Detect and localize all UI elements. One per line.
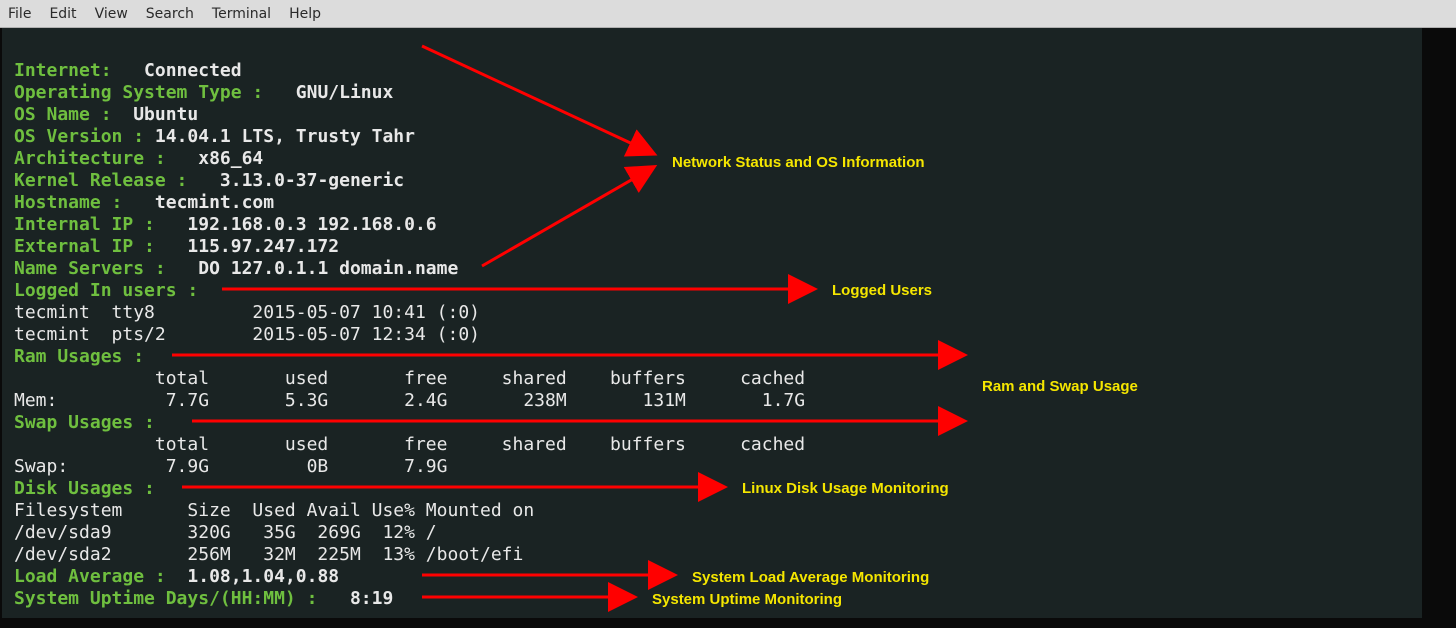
- host-value: tecmint.com: [133, 192, 274, 213]
- terminal-output: Internet: Connected Operating System Typ…: [2, 28, 1422, 618]
- extip-label: External IP :: [14, 236, 166, 257]
- uptime-value: 8:19: [328, 588, 393, 609]
- ostype-value: GNU/Linux: [274, 82, 393, 103]
- internet-value: Connected: [122, 60, 241, 81]
- osver-label: OS Version :: [14, 126, 155, 147]
- internet-label: Internet:: [14, 60, 122, 81]
- logged-user-row: tecmint tty8 2015-05-07 10:41 (:0): [14, 302, 480, 323]
- osname-value: Ubuntu: [122, 104, 198, 125]
- intip-label: Internal IP :: [14, 214, 166, 235]
- menubar: File Edit View Search Terminal Help: [0, 0, 1456, 28]
- load-value: 1.08,1.04,0.88: [177, 566, 340, 587]
- load-label: Load Average :: [14, 566, 177, 587]
- osname-label: OS Name :: [14, 104, 122, 125]
- disk-label: Disk Usages :: [14, 478, 166, 499]
- ram-label: Ram Usages :: [14, 346, 155, 367]
- annotation-ram: Ram and Swap Usage: [982, 376, 1138, 398]
- ns-value: DO 127.0.1.1 domain.name: [177, 258, 459, 279]
- arch-label: Architecture :: [14, 148, 177, 169]
- disk-row: /dev/sda9 320G 35G 269G 12% /: [14, 522, 437, 543]
- menu-help[interactable]: Help: [289, 6, 321, 22]
- annotation-load: System Load Average Monitoring: [692, 567, 929, 589]
- extip-value: 115.97.247.172: [166, 236, 339, 257]
- disk-header: Filesystem Size Used Avail Use% Mounted …: [14, 500, 534, 521]
- menu-terminal[interactable]: Terminal: [212, 6, 271, 22]
- disk-row: /dev/sda2 256M 32M 225M 13% /boot/efi: [14, 544, 523, 565]
- menu-file[interactable]: File: [8, 6, 31, 22]
- menu-view[interactable]: View: [95, 6, 128, 22]
- kernel-label: Kernel Release :: [14, 170, 198, 191]
- swap-row: Swap: 7.9G 0B 7.9G: [14, 456, 447, 477]
- osver-value: 14.04.1 LTS, Trusty Tahr: [155, 126, 415, 147]
- arch-value: x86_64: [177, 148, 264, 169]
- kernel-value: 3.13.0-37-generic: [198, 170, 404, 191]
- logged-label: Logged In users :: [14, 280, 209, 301]
- uptime-label: System Uptime Days/(HH:MM) :: [14, 588, 328, 609]
- logged-user-row: tecmint pts/2 2015-05-07 12:34 (:0): [14, 324, 480, 345]
- ram-row: Mem: 7.7G 5.3G 2.4G 238M 131M 1.7G: [14, 390, 805, 411]
- annotation-logged: Logged Users: [832, 280, 932, 302]
- menu-search[interactable]: Search: [146, 6, 194, 22]
- ostype-label: Operating System Type :: [14, 82, 274, 103]
- host-label: Hostname :: [14, 192, 133, 213]
- annotation-disk: Linux Disk Usage Monitoring: [742, 478, 949, 500]
- swap-header: total used free shared buffers cached: [14, 434, 805, 455]
- swap-label: Swap Usages :: [14, 412, 166, 433]
- ns-label: Name Servers :: [14, 258, 177, 279]
- annotation-uptime: System Uptime Monitoring: [652, 589, 842, 611]
- menu-edit[interactable]: Edit: [49, 6, 76, 22]
- annotation-network: Network Status and OS Information: [672, 152, 925, 174]
- ram-header: total used free shared buffers cached: [14, 368, 805, 389]
- intip-value: 192.168.0.3 192.168.0.6: [166, 214, 437, 235]
